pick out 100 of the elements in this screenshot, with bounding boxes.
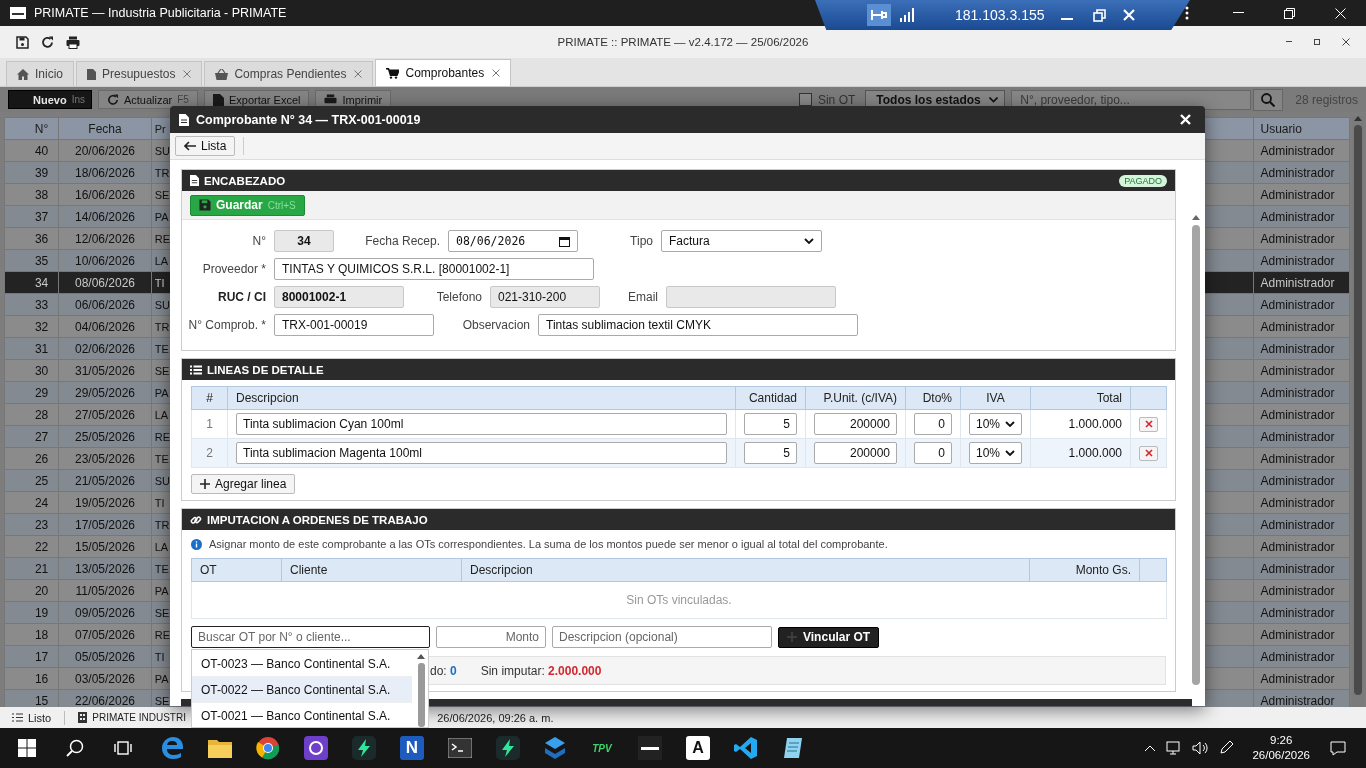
- section-title: ENCABEZADO: [204, 174, 286, 187]
- table-cell: 36: [4, 227, 59, 250]
- column-header: Descripcion: [461, 558, 1030, 582]
- column-header: P.Unit. (c/IVA): [805, 386, 906, 410]
- input-field[interactable]: Tintas sublimacion textil CMYK: [538, 314, 858, 336]
- status-badge: PAGADO: [1119, 174, 1167, 187]
- status-text: Listo: [28, 711, 52, 724]
- app-icon[interactable]: A: [686, 736, 710, 760]
- table-cell: 16: [4, 667, 59, 690]
- empty-message: Sin OTs vinculadas.: [626, 593, 732, 607]
- column-header: Cliente: [281, 558, 462, 582]
- readonly-field: 80001002-1: [274, 286, 404, 308]
- app-icon[interactable]: TPV: [590, 742, 614, 754]
- table-cell: 17: [4, 645, 59, 668]
- field-label: N° Comprob. *: [187, 318, 267, 332]
- column-header: #: [191, 386, 228, 410]
- description-field[interactable]: Tinta sublimacion Cyan 100ml: [236, 413, 727, 435]
- tax-select[interactable]: 10%: [969, 442, 1022, 464]
- description-field[interactable]: Descripcion (opcional): [552, 626, 772, 648]
- suggestion-item[interactable]: OT-0021 — Banco Continental S.A.: [192, 703, 412, 727]
- column-header: OT: [191, 558, 282, 582]
- column-header: IVA: [960, 386, 1031, 410]
- table-cell: 31: [4, 337, 59, 360]
- tax-select[interactable]: 10%: [969, 413, 1022, 435]
- table-cell: 37: [4, 205, 59, 228]
- field-label: Observacion: [461, 318, 531, 332]
- section-title: LINEAS DE DETALLE: [207, 363, 324, 376]
- description-field[interactable]: Tinta sublimacion Magenta 100ml: [236, 442, 727, 464]
- remote-address: 181.103.3.155: [955, 7, 1045, 23]
- new-button[interactable]: Nuevo Ins: [8, 90, 92, 109]
- table-cell: 24: [4, 491, 59, 514]
- column-header[interactable]: Fecha: [58, 117, 152, 140]
- clock-time[interactable]: 9:26: [1270, 733, 1293, 748]
- table-cell: 29: [4, 381, 59, 404]
- column-header: Monto Gs.: [1029, 558, 1140, 582]
- row-number: 2: [191, 438, 228, 468]
- table-cell: 33: [4, 293, 59, 316]
- column-header: Dto%: [905, 386, 961, 410]
- table-cell: 1.000.000: [1030, 409, 1131, 439]
- back-button[interactable]: Lista: [175, 136, 236, 156]
- table-cell: 39: [4, 161, 59, 184]
- info-text: Asignar monto de este comprobante a las OTs correspondientes. La suma de los montos puede ser menor o igual al total del comprobante.: [209, 538, 888, 550]
- date-field[interactable]: 08/06/2026: [448, 230, 578, 252]
- row-number: 1: [191, 409, 228, 439]
- company-name: PRIMATE INDUSTRI: [92, 712, 186, 723]
- search-field[interactable]: N°, proveedor, tipo...: [1011, 89, 1252, 110]
- table-cell: 35: [4, 249, 59, 272]
- section-title: IMPUTACION A ORDENES DE TRABAJO: [207, 513, 428, 526]
- field-label: Telefono: [435, 290, 483, 304]
- checkbox-label: Sin OT: [817, 92, 856, 107]
- discount-field[interactable]: 0: [914, 413, 952, 435]
- field-label: Fecha Recep.: [364, 234, 441, 248]
- table-cell: 19: [4, 601, 59, 624]
- input-field[interactable]: TINTAS Y QUIMICOS S.R.L. [80001002-1]: [274, 258, 594, 280]
- window-title: PRIMATE — Industria Publicitaria - PRIMATE: [34, 6, 287, 20]
- field-label: Tipo: [629, 234, 654, 248]
- table-cell: 25: [4, 469, 59, 492]
- column-header: Cantidad: [735, 386, 806, 410]
- table-cell: 26: [4, 447, 59, 470]
- readonly-field: 021-310-200: [490, 286, 600, 308]
- table-cell: 18: [4, 623, 59, 646]
- amount-field[interactable]: Monto: [436, 626, 546, 648]
- tab[interactable]: Inicio: [6, 61, 74, 86]
- field-label: RUC / CI: [217, 290, 267, 304]
- readonly-field: 34: [274, 230, 334, 252]
- table-cell: 30: [4, 359, 59, 382]
- column-header: Descripcion: [227, 386, 736, 410]
- tab[interactable]: Presupuestos: [76, 61, 203, 86]
- suggestion-item[interactable]: OT-0022 — Banco Continental S.A.: [192, 677, 412, 703]
- refresh-button[interactable]: Actualizar F5: [97, 90, 198, 109]
- type-select[interactable]: Factura: [661, 230, 822, 252]
- price-field[interactable]: 200000: [814, 413, 897, 435]
- field-label: Email: [627, 290, 659, 304]
- field-label: Proveedor *: [201, 262, 267, 276]
- quantity-field[interactable]: 5: [744, 413, 797, 435]
- table-cell: 34: [4, 271, 59, 294]
- search-field[interactable]: Buscar OT por N° o cliente...: [191, 626, 430, 648]
- app-icon[interactable]: N: [400, 736, 424, 760]
- column-header[interactable]: Usuario: [1254, 117, 1350, 140]
- link-button[interactable]: Vincular OT: [778, 626, 880, 648]
- table-cell: 32: [4, 315, 59, 338]
- status-datetime: 26/06/2026, 09:26 a. m.: [437, 711, 554, 724]
- table-cell: 1.000.000: [1030, 438, 1131, 468]
- tab[interactable]: Comprobantes: [375, 59, 512, 86]
- quantity-field[interactable]: 5: [744, 442, 797, 464]
- column-header[interactable]: N°: [4, 117, 59, 140]
- column-header: Total: [1030, 386, 1131, 410]
- record-count: 28 registros: [1295, 92, 1358, 107]
- price-field[interactable]: 200000: [814, 442, 897, 464]
- dialog-title: Comprobante N° 34 — TRX-001-00019: [196, 112, 421, 127]
- field-label: N°: [251, 234, 267, 248]
- clock-date[interactable]: 26/06/2026: [1252, 748, 1310, 763]
- input-field[interactable]: TRX-001-00019: [274, 314, 434, 336]
- table-cell: 20: [4, 579, 59, 602]
- table-cell: 22: [4, 535, 59, 558]
- discount-field[interactable]: 0: [914, 442, 952, 464]
- table-cell: 38: [4, 183, 59, 206]
- tab[interactable]: Compras Pendientes: [204, 61, 374, 86]
- add-line-button[interactable]: Agregar linea: [191, 474, 296, 494]
- table-cell: 21: [4, 557, 59, 580]
